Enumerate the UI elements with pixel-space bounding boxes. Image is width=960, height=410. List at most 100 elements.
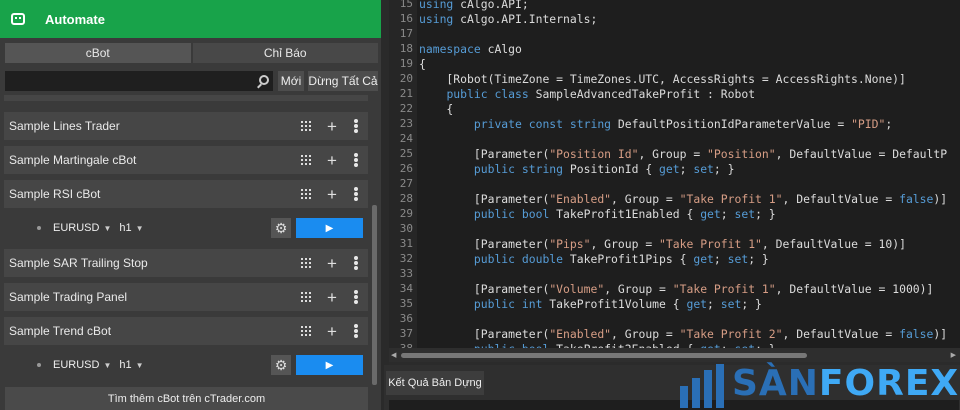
search-toolbar: Mới Dừng Tất Cả — [5, 71, 378, 91]
add-instance-icon[interactable]: + — [320, 253, 344, 273]
more-menu-icon[interactable] — [344, 321, 368, 341]
code-token: , Group = — [604, 282, 673, 296]
code-token: SampleAdvancedTakeProfit : Robot — [528, 87, 756, 101]
line-number: 26 — [399, 162, 413, 175]
line-number: 21 — [399, 87, 413, 100]
code-line[interactable]: [Parameter("Volume", Group = "Take Profi… — [419, 282, 934, 296]
code-line[interactable]: public int TakeProfit1Volume { get; set;… — [419, 297, 762, 311]
code-token: get — [686, 297, 708, 311]
code-token: { — [419, 102, 454, 116]
gear-icon[interactable]: ⚙ — [271, 355, 291, 375]
code-line[interactable]: public double TakeProfit1Pips { get; set… — [419, 252, 769, 266]
code-token: , Group = — [611, 327, 680, 341]
more-menu-icon[interactable] — [344, 287, 368, 307]
build-icon[interactable] — [294, 116, 318, 136]
code-line[interactable]: public bool TakeProfit1Enabled { get; se… — [419, 207, 776, 221]
scroll-left-icon[interactable]: ◀ — [391, 351, 396, 359]
play-button[interactable]: ▶ — [296, 355, 363, 375]
add-instance-icon[interactable]: + — [320, 116, 344, 136]
list-item[interactable]: Sample Lines Trader + — [4, 112, 368, 140]
code-line[interactable]: [Parameter("Enabled", Group = "Take Prof… — [419, 192, 947, 206]
add-instance-icon[interactable]: + — [320, 287, 344, 307]
bot-name: Sample Lines Trader — [9, 119, 120, 133]
panel-splitter[interactable] — [381, 0, 389, 410]
code-line[interactable]: [Parameter("Position Id", Group = "Posit… — [419, 147, 947, 161]
tab-build-result[interactable]: Kết Quả Bản Dựng — [386, 371, 484, 395]
code-token: "Take Profit 1" — [679, 192, 783, 206]
more-menu-icon[interactable] — [344, 253, 368, 273]
build-icon[interactable] — [294, 287, 318, 307]
chevron-down-icon[interactable]: ▼ — [136, 361, 144, 370]
add-instance-icon[interactable]: + — [320, 150, 344, 170]
code-line[interactable]: namespace cAlgo — [419, 42, 522, 56]
chevron-down-icon[interactable]: ▼ — [103, 361, 111, 370]
list-item[interactable]: Sample RSI cBot + — [4, 180, 368, 208]
add-instance-icon[interactable]: + — [320, 321, 344, 341]
code-line[interactable]: private const string DefaultPositionIdPa… — [419, 117, 892, 131]
tab-indicators[interactable]: Chỉ Báo — [192, 43, 378, 63]
line-number: 19 — [399, 57, 413, 70]
code-token: "Enabled" — [549, 192, 612, 206]
tab-cbot[interactable]: cBot — [5, 43, 191, 63]
build-icon[interactable] — [294, 321, 318, 341]
bot-instance-row[interactable]: EURUSD ▼ h1 ▼ ⚙ ▶ — [4, 351, 368, 379]
list-item-partial[interactable] — [4, 95, 368, 101]
cbot-list: Sample Lines Trader + Sample Martingale … — [4, 95, 368, 380]
chart-bars-logo-icon — [680, 364, 726, 408]
code-token: DefaultPositionIdParameterValue = — [611, 117, 852, 131]
code-line[interactable]: { — [419, 102, 453, 116]
watermark-text: SÀNFOREX — [732, 364, 959, 404]
code-line[interactable]: [Robot(TimeZone = TimeZones.UTC, AccessR… — [419, 72, 905, 86]
code-token: cAlgo.API; — [453, 0, 529, 11]
bot-instance-row[interactable]: EURUSD ▼ h1 ▼ ⚙ ▶ — [4, 214, 368, 242]
code-line[interactable]: using cAlgo.API; — [419, 0, 529, 11]
code-line[interactable]: { — [419, 57, 426, 71]
search-icon[interactable] — [259, 75, 269, 85]
list-item[interactable]: Sample Martingale cBot + — [4, 146, 368, 174]
line-number: 33 — [399, 267, 413, 280]
list-scrollbar[interactable] — [372, 205, 377, 385]
code-token: get — [659, 162, 680, 176]
find-more-cbots-button[interactable]: Tìm thêm cBot trên cTrader.com — [5, 387, 368, 410]
play-button[interactable]: ▶ — [296, 218, 363, 238]
chevron-down-icon[interactable]: ▼ — [136, 224, 144, 233]
timeframe-select[interactable]: h1 — [119, 359, 131, 371]
code-line[interactable]: using cAlgo.API.Internals; — [419, 12, 597, 26]
symbol-select[interactable]: EURUSD — [53, 359, 99, 371]
code-editor[interactable]: 15 16 17 18 19 20 21 22 23 24 25 26 27 28 29 30 31 32 33 34… — [389, 0, 960, 348]
panel-header: Automate — [0, 0, 381, 38]
bot-name: Sample Trend cBot — [9, 324, 112, 338]
list-item[interactable]: Sample Trading Panel + — [4, 283, 368, 311]
more-menu-icon[interactable] — [344, 184, 368, 204]
code-line[interactable]: public string PositionId { get; set; } — [419, 162, 735, 176]
stop-all-button[interactable]: Dừng Tất Cả — [308, 71, 378, 91]
symbol-select[interactable]: EURUSD — [53, 222, 99, 234]
add-instance-icon[interactable]: + — [320, 184, 344, 204]
more-menu-icon[interactable] — [344, 116, 368, 136]
code-line[interactable]: [Parameter("Enabled", Group = "Take Prof… — [419, 327, 947, 341]
timeframe-select[interactable]: h1 — [119, 222, 131, 234]
code-token: public int — [473, 297, 543, 311]
tab-bar: cBot Chỉ Báo — [5, 43, 378, 63]
line-number-gutter: 15 16 17 18 19 20 21 22 23 24 25 26 27 28 29 30 31 32 33 34… — [389, 0, 417, 348]
build-icon[interactable] — [294, 184, 318, 204]
chevron-down-icon[interactable]: ▼ — [103, 224, 111, 233]
code-token: ; } — [741, 297, 762, 311]
code-line[interactable]: [Parameter("Pips", Group = "Take Profit … — [419, 237, 906, 251]
code-token: public string — [473, 162, 564, 176]
list-item[interactable]: Sample Trend cBot + — [4, 317, 368, 345]
code-line[interactable]: public class SampleAdvancedTakeProfit : … — [419, 87, 755, 101]
automate-panel: Automate cBot Chỉ Báo Mới Dừng Tất Cả Sa… — [0, 0, 381, 410]
code-token: ; — [713, 252, 728, 266]
line-number: 23 — [399, 117, 413, 130]
more-menu-icon[interactable] — [344, 150, 368, 170]
code-token: { — [419, 57, 426, 71]
build-icon[interactable] — [294, 150, 318, 170]
search-input[interactable] — [5, 71, 255, 91]
list-item[interactable]: Sample SAR Trailing Stop + — [4, 249, 368, 277]
code-token: get — [700, 207, 721, 221]
gear-icon[interactable]: ⚙ — [271, 218, 291, 238]
code-token: cAlgo — [480, 42, 522, 56]
build-icon[interactable] — [294, 253, 318, 273]
new-button[interactable]: Mới — [278, 71, 304, 91]
